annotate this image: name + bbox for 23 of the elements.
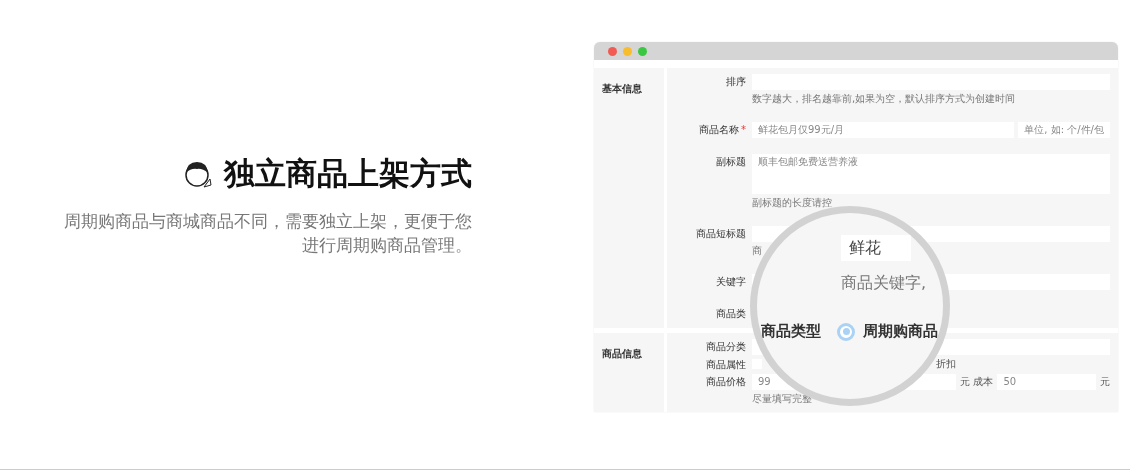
section-title: 商品信息 (602, 348, 642, 359)
field-label: 商品价格 (705, 375, 746, 389)
hint-text: 商品关键字, (841, 273, 927, 294)
field-label: 商品短标题 (695, 227, 746, 241)
option-label: 周期购商品 (863, 322, 938, 341)
field-label: 副标题 (715, 155, 746, 169)
unit-label: 元 成本 (960, 375, 994, 389)
field-label: 关键字 (715, 275, 746, 289)
headline: 独立商品上架方式 (224, 154, 472, 193)
field-label: 商品类 (715, 307, 746, 321)
input-field: 鲜花 (841, 235, 911, 261)
field-label: 商品名称 * (698, 123, 746, 137)
field-label: 商品类型 (761, 322, 822, 341)
field-label: 商品属性 (705, 357, 746, 372)
field-label: 商品分类 (705, 340, 746, 354)
option-label: 折扣 (936, 356, 956, 371)
hint-text: 数字越大，排名越靠前,如果为空，默认排序方式为创建时间 (752, 92, 1016, 106)
unit-label: 元 (1100, 375, 1110, 389)
field-label: 排序 (725, 75, 746, 89)
description: 周期购商品与商城商品不同，需要独立上架，更便于您 进行周期购商品管理。 (64, 210, 472, 257)
hint-text: 商 (752, 244, 762, 258)
section-title: 基本信息 (602, 83, 642, 94)
hint-text: 副标题的长度请控 (752, 196, 832, 210)
